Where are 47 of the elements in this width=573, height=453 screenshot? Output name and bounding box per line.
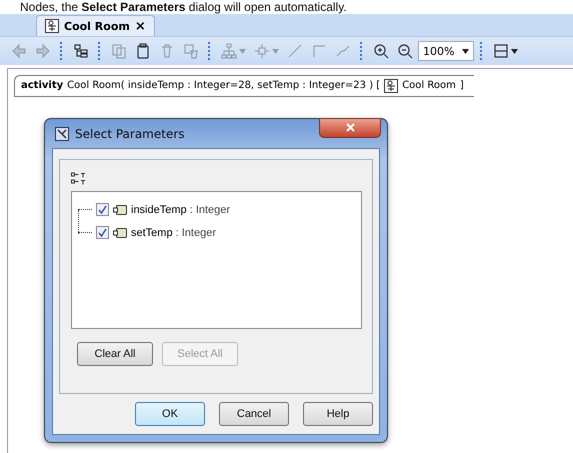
activity-diagram-icon bbox=[384, 78, 398, 92]
caret-icon bbox=[239, 48, 246, 54]
hierarchy-icon bbox=[221, 43, 237, 59]
zoom-out-icon bbox=[397, 43, 413, 59]
dialog-button[interactable]: Cancel bbox=[219, 402, 289, 426]
parameter-label: insideTemp : Integer bbox=[131, 204, 230, 216]
dialog-title: Select Parameters bbox=[75, 126, 186, 140]
activity-diagram-icon bbox=[45, 19, 59, 33]
dialog-button[interactable]: OK bbox=[135, 402, 205, 426]
app-icon bbox=[55, 126, 69, 140]
layout-icon bbox=[493, 43, 509, 59]
dialog-button[interactable]: Help bbox=[303, 402, 373, 426]
caret-icon bbox=[462, 48, 469, 54]
checkbox[interactable] bbox=[96, 226, 109, 239]
stacked-trash-icon bbox=[183, 43, 199, 59]
back-arrow-icon bbox=[11, 43, 27, 59]
action-button[interactable]: Clear All bbox=[77, 342, 153, 366]
tab-close-button[interactable]: × bbox=[134, 18, 146, 34]
frame-keyword: activity bbox=[21, 80, 64, 91]
node-icon bbox=[254, 43, 270, 59]
diagonal-line-icon bbox=[287, 43, 303, 59]
close-button[interactable] bbox=[319, 118, 381, 138]
check-icon bbox=[98, 228, 107, 237]
copy-icon bbox=[111, 43, 127, 59]
checkbox[interactable] bbox=[96, 203, 109, 216]
intro-sentence: Nodes, the Select Parameters dialog will open automatically. bbox=[19, 0, 347, 14]
clipboard-icon bbox=[135, 43, 151, 59]
parameter-label: setTemp : Integer bbox=[131, 226, 216, 238]
tab-title: Cool Room bbox=[64, 20, 130, 32]
check-icon bbox=[98, 205, 107, 214]
forward-arrow-icon bbox=[35, 43, 51, 59]
parameter-list-icon[interactable] bbox=[71, 172, 85, 186]
caret-icon bbox=[272, 48, 279, 54]
frame-signature: Cool Room( insideTemp : Integer=28, setTemp : Integer=23 ) [ bbox=[67, 80, 380, 91]
frame-reference: Cool Room bbox=[402, 80, 456, 91]
parameter-icon bbox=[113, 204, 127, 214]
tree-icon bbox=[73, 43, 89, 59]
trash-icon bbox=[159, 43, 175, 59]
close-icon bbox=[346, 122, 354, 132]
diagram-tab[interactable]: Cool Room × bbox=[36, 15, 155, 36]
parameter-icon bbox=[113, 228, 127, 238]
zoom-in-icon bbox=[373, 43, 389, 59]
frame-bracket: ] bbox=[460, 80, 464, 91]
zoom-dropdown[interactable]: 100% bbox=[418, 41, 474, 61]
right-angle-line-icon bbox=[311, 43, 327, 59]
caret-icon bbox=[511, 48, 518, 54]
zigzag-line-icon bbox=[335, 43, 351, 59]
